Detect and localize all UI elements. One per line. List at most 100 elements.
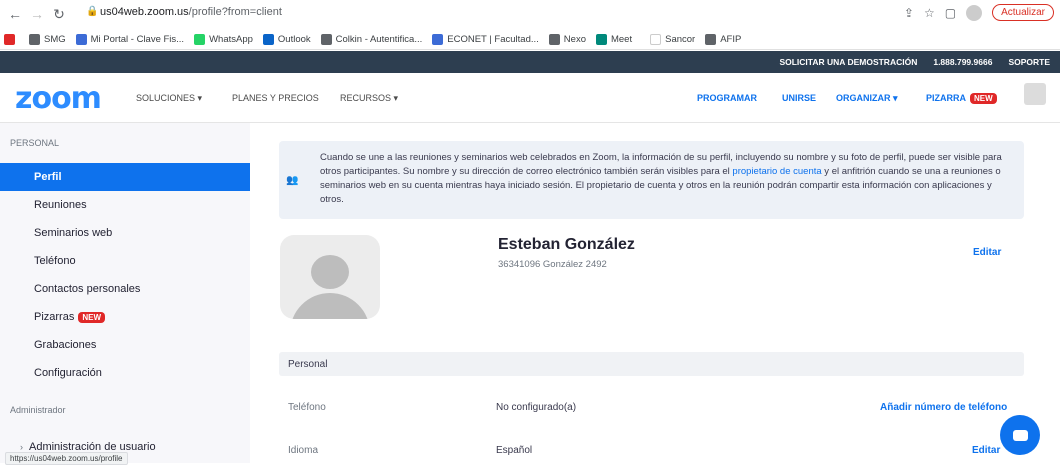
bookmark-label: Outlook <box>277 33 311 45</box>
bookmark-label: Mi Portal - Clave Fis... <box>90 33 185 45</box>
request-demo-link[interactable]: SOLICITAR UNA DEMOSTRACIÓN <box>779 57 917 67</box>
browser-toolbar: ← → ↻ 🔒 us04web.zoom.us/profile?from=cli… <box>0 0 1060 29</box>
sidebar-item-label: Seminarios web <box>34 227 113 239</box>
profile-name: Esteban González <box>498 236 635 253</box>
support-link[interactable]: SOPORTE <box>1008 57 1050 67</box>
nav-solutions[interactable]: SOLUCIONES ▾ <box>136 93 202 104</box>
sidebar-item-label: Contactos personales <box>34 283 141 295</box>
chat-icon <box>1012 429 1028 441</box>
bookmark-label: Nexo <box>563 33 586 45</box>
sidebar-item-pizarras[interactable]: Pizarras NEW <box>0 303 250 331</box>
zoom-topbar: SOLICITAR UNA DEMOSTRACIÓN 1.888.799.966… <box>0 51 1060 73</box>
sidebar-item-label: Configuración <box>34 367 102 379</box>
bookmarks-bar: SMG Mi Portal - Clave Fis... WhatsApp Outlo… <box>0 29 1060 50</box>
phone-label: Teléfono <box>288 402 326 413</box>
bookmark-item[interactable]: Colkin - Autentifica... <box>320 33 423 45</box>
new-badge: NEW <box>970 93 997 104</box>
avatar-head-shape <box>311 255 349 289</box>
nav-plans-pricing[interactable]: PLANES Y PRECIOS <box>232 93 319 103</box>
edit-language-button[interactable]: Editar <box>972 445 1000 456</box>
nav-schedule[interactable]: PROGRAMAR <box>697 93 757 103</box>
profile-picture[interactable] <box>280 235 380 319</box>
bookmark-item[interactable]: Mi Portal - Clave Fis... <box>75 33 185 45</box>
share-icon[interactable]: ⇪ <box>904 6 914 20</box>
reload-icon[interactable]: ↻ <box>48 6 70 23</box>
sidebar-item-label: Teléfono <box>34 255 76 267</box>
bookmark-item[interactable]: AFIP <box>705 33 742 45</box>
privacy-notice: 👥 Cuando se une a las reuniones y semina… <box>279 141 1024 219</box>
forward-icon[interactable]: → <box>26 6 48 22</box>
bookmark-icon <box>4 33 15 45</box>
sidebar-item-telefono[interactable]: Teléfono <box>0 247 250 275</box>
star-icon[interactable]: ☆ <box>924 6 935 20</box>
phone-value: No configurado(a) <box>496 402 577 413</box>
bookmark-item[interactable]: Sancor <box>650 33 696 45</box>
user-avatar[interactable] <box>1024 83 1046 105</box>
sidebar-item-label: Reuniones <box>34 199 87 211</box>
nav-whiteboard-label: PIZARRA <box>926 93 966 103</box>
bookmark-item[interactable]: Nexo <box>548 33 586 45</box>
bookmark-icon <box>29 33 40 45</box>
bookmark-icon <box>432 33 444 45</box>
tab-icon[interactable]: ▢ <box>945 6 956 20</box>
sidebar-item-configuracion[interactable]: Configuración <box>0 359 250 387</box>
bookmark-icon <box>595 33 607 45</box>
sidebar: PERSONAL Perfil Reuniones Seminarios web Te… <box>0 123 250 463</box>
account-owner-link[interactable]: propietario de cuenta <box>732 166 821 177</box>
people-icon: 👥 <box>286 175 299 186</box>
chat-support-button[interactable] <box>1000 415 1040 455</box>
address-bar[interactable]: us04web.zoom.us/profile?from=client <box>100 6 282 18</box>
add-phone-button[interactable]: Añadir número de teléfono <box>880 402 1007 413</box>
bookmark-label: SMG <box>44 33 66 45</box>
bookmark-icon <box>320 33 332 45</box>
nav-whiteboard[interactable]: PIZARRA NEW <box>926 93 997 104</box>
status-bar-url: https://us04web.zoom.us/profile <box>5 452 128 465</box>
bookmark-item[interactable]: Outlook <box>262 33 311 45</box>
bookmark-label: WhatsApp <box>209 33 253 45</box>
phone-number[interactable]: 1.888.799.9666 <box>933 57 992 67</box>
sidebar-item-reuniones[interactable]: Reuniones <box>0 191 250 219</box>
personal-section-header: Personal <box>279 352 1024 376</box>
avatar-body-shape <box>290 293 370 319</box>
sidebar-section-personal: PERSONAL <box>10 138 60 148</box>
nav-host[interactable]: ORGANIZAR ▾ <box>836 93 898 104</box>
bookmark-item[interactable]: Meet <box>595 33 633 45</box>
language-value: Español <box>496 445 533 456</box>
bookmark-label: Sancor <box>665 33 696 45</box>
bookmark-icon <box>194 33 206 45</box>
lock-icon: 🔒 <box>86 6 99 17</box>
bookmark-label: Colkin - Autentifica... <box>335 33 423 45</box>
bookmark-icon <box>75 33 87 45</box>
bookmark-icon <box>262 33 274 45</box>
update-button[interactable]: Actualizar <box>992 4 1054 21</box>
sidebar-item-grabaciones[interactable]: Grabaciones <box>0 331 250 359</box>
bookmark-label: ECONET | Facultad... <box>447 33 539 45</box>
edit-profile-button[interactable]: Editar <box>973 247 1001 258</box>
browser-profile-avatar[interactable] <box>966 4 983 21</box>
profile-subline: 36341096 González 2492 <box>498 259 607 270</box>
new-badge: NEW <box>78 311 106 323</box>
chevron-right-icon: › <box>20 442 23 452</box>
bookmark-label: Meet <box>610 33 633 45</box>
sidebar-item-perfil[interactable]: Perfil <box>0 163 250 191</box>
sidebar-item-contactos-personales[interactable]: Contactos personales <box>0 275 250 303</box>
zoom-header: zoom SOLUCIONES ▾ PLANES Y PRECIOS RECUR… <box>0 73 1060 123</box>
sidebar-item-label: Grabaciones <box>34 339 97 351</box>
sidebar-item-seminarios-web[interactable]: Seminarios web <box>0 219 250 247</box>
bookmark-item[interactable]: ECONET | Facultad... <box>432 33 539 45</box>
bookmark-label: AFIP <box>720 33 742 45</box>
nav-resources[interactable]: RECURSOS ▾ <box>340 93 398 104</box>
back-icon[interactable]: ← <box>4 6 26 22</box>
bookmark-icon <box>548 33 560 45</box>
bookmark-icon <box>705 33 717 45</box>
language-label: Idioma <box>288 445 319 456</box>
bookmark-item[interactable]: WhatsApp <box>194 33 253 45</box>
privacy-notice-text: Cuando se une a las reuniones y seminari… <box>320 152 1002 205</box>
nav-join[interactable]: UNIRSE <box>782 93 816 103</box>
sidebar-item-label: Perfil <box>34 171 62 183</box>
bookmark-item[interactable] <box>4 33 19 45</box>
sidebar-item-label: Pizarras <box>34 311 75 323</box>
bookmark-item[interactable]: SMG <box>29 33 66 45</box>
zoom-logo[interactable]: zoom <box>15 81 102 116</box>
sidebar-section-admin: Administrador <box>10 405 66 415</box>
